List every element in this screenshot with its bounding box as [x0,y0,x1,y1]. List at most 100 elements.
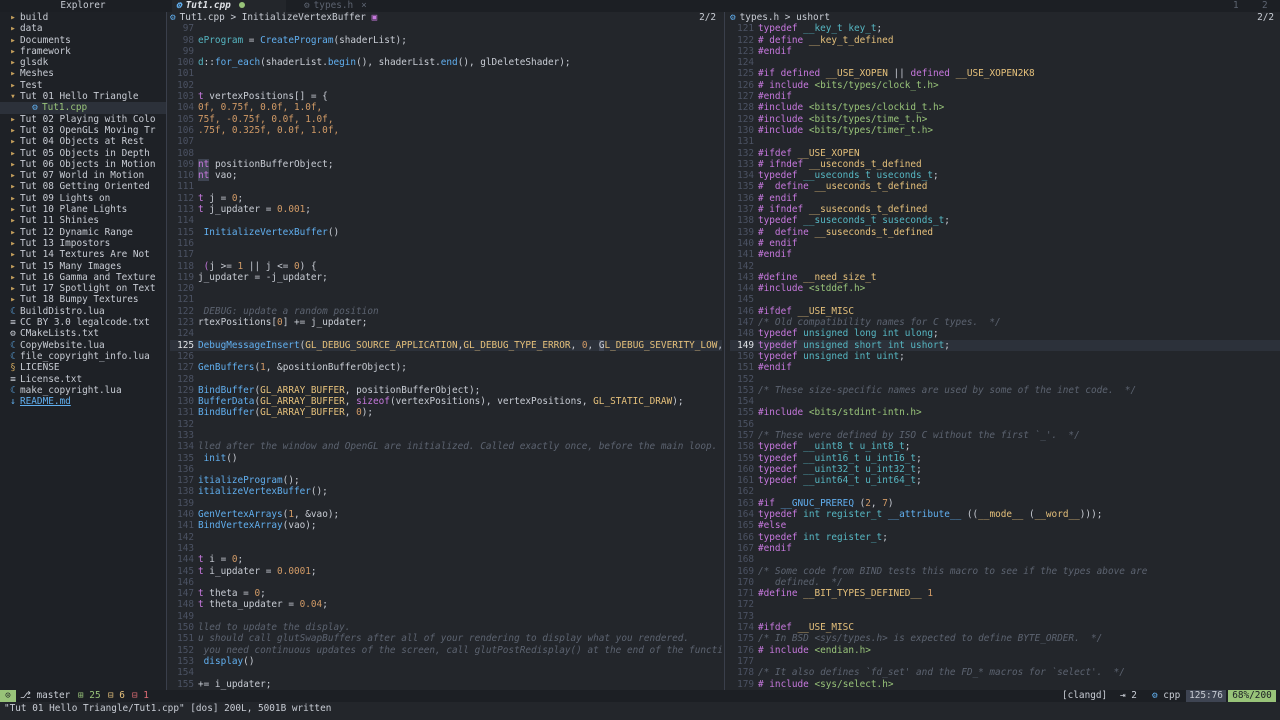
code-line[interactable]: 116 [170,238,722,249]
code-line[interactable]: 122 DEBUG: update a random position [170,306,722,317]
code-line[interactable]: 154 [170,667,722,678]
code-line[interactable]: 165 #else [730,520,1280,531]
editor-pane-left[interactable]: ⚙ Tut1.cpp > InitializeVertexBuffer ▣ 2/2… [170,12,722,690]
explorer-item[interactable]: ▸ Tut 15 Many Images [0,261,166,272]
code-line[interactable]: 153 display() [170,656,722,667]
code-line[interactable]: 173 [730,611,1280,622]
code-line[interactable]: 139 [170,498,722,509]
code-line[interactable]: 133 # ifndef __useconds_t_defined [730,159,1280,170]
code-line[interactable]: 154 [730,396,1280,407]
code-line[interactable]: 176 # include <endian.h> [730,645,1280,656]
code-line[interactable]: 146 #ifdef __USE_MISC [730,306,1280,317]
code-line[interactable]: 168 [730,554,1280,565]
indent-setting[interactable]: ⇥ 2 [1120,690,1137,702]
explorer-item[interactable]: ▸ Tut 08 Getting Oriented [0,181,166,192]
code-line[interactable]: 174 #ifdef __USE_MISC [730,622,1280,633]
explorer-item[interactable]: ▾ Tut 01 Hello Triangle [0,91,166,102]
code-line[interactable]: 179 # include <sys/select.h> [730,679,1280,690]
code-line[interactable]: 177 [730,656,1280,667]
explorer-item[interactable]: ▸ Documents [0,35,166,46]
close-icon[interactable]: × [361,0,367,11]
code-line[interactable]: 146 [170,577,722,588]
code-line[interactable]: 123 rtexPositions[0] += j_updater; [170,317,722,328]
code-line[interactable]: 142 [730,261,1280,272]
explorer-item[interactable]: ▸ build [0,12,166,23]
code-line[interactable]: 97 [170,23,722,34]
code-line[interactable]: 118 (j >= 1 || j <= 0) { [170,261,722,272]
pane-divider[interactable] [166,12,167,690]
code-line[interactable]: 172 [730,599,1280,610]
code-line[interactable]: 115 InitializeVertexBuffer() [170,227,722,238]
explorer-item[interactable]: ▸ Tut 03 OpenGLs Moving Tr [0,125,166,136]
code-line[interactable]: 138 typedef __suseconds_t suseconds_t; [730,215,1280,226]
code-line[interactable]: 160 typedef __uint32_t u_int32_t; [730,464,1280,475]
code-line[interactable]: 171 #define __BIT_TYPES_DEFINED__ 1 [730,588,1280,599]
code-line[interactable]: 125 DebugMessageInsert(GL_DEBUG_SOURCE_AP… [170,339,722,351]
explorer-item[interactable]: ⚙ Tut1.cpp [0,102,166,114]
code-area[interactable]: 121 typedef __key_t key_t; 122 # define __k… [730,23,1280,690]
explorer-item[interactable]: ▸ data [0,23,166,34]
explorer-item[interactable]: ↓ README.md [0,396,166,407]
code-line[interactable]: 138 itializeVertexBuffer(); [170,486,722,497]
code-line[interactable]: 159 typedef __uint16_t u_int16_t; [730,453,1280,464]
code-line[interactable]: 117 [170,249,722,260]
code-line[interactable]: 145 t i_updater = 0.0001; [170,566,722,577]
code-line[interactable]: 126 [170,351,722,362]
code-line[interactable]: 103 t vertexPositions[] = { [170,91,722,102]
code-line[interactable]: 114 [170,215,722,226]
code-line[interactable]: 142 [170,532,722,543]
code-line[interactable]: 140 # endif [730,238,1280,249]
code-line[interactable]: 134 lled after the window and OpenGL are … [170,441,722,452]
explorer-item[interactable]: ☾ make_copyright.lua [0,385,166,396]
code-line[interactable]: 175 /* In BSD <sys/types.h> is expected t… [730,633,1280,644]
code-line[interactable]: 108 [170,148,722,159]
code-line[interactable]: 178 /* It also defines `fd_set' and the F… [730,667,1280,678]
code-line[interactable]: 149 typedef unsigned short int ushort; [730,339,1280,351]
code-line[interactable]: 124 [170,328,722,339]
code-line[interactable]: 148 t theta_updater = 0.04; [170,599,722,610]
code-line[interactable]: 99 [170,46,722,57]
code-line[interactable]: 98 eProgram = CreateProgram(shaderList); [170,35,722,46]
command-line[interactable]: "Tut 01 Hello Triangle/Tut1.cpp" [dos] 2… [0,702,1280,720]
code-line[interactable]: 131 [730,136,1280,147]
code-line[interactable]: 139 # define __suseconds_t_defined [730,227,1280,238]
code-line[interactable]: 162 [730,486,1280,497]
explorer-item[interactable]: ▸ Tut 16 Gamma and Texture [0,272,166,283]
code-line[interactable]: 136 # endif [730,193,1280,204]
code-line[interactable]: 136 [170,464,722,475]
code-line[interactable]: 109 nt positionBufferObject; [170,158,722,170]
code-line[interactable]: 123 #endif [730,46,1280,57]
code-line[interactable]: 107 [170,136,722,147]
code-line[interactable]: 121 typedef __key_t key_t; [730,23,1280,34]
code-line[interactable]: 169 /* Some code from BIND tests this mac… [730,566,1280,577]
tab-types-h[interactable]: ⚙ types.h × [300,0,388,12]
explorer-item[interactable]: ☾ BuildDistro.lua [0,306,166,317]
code-line[interactable]: 127 GenBuffers(1, &positionBufferObject); [170,362,722,373]
diff-removed[interactable]: ⊟ 1 [132,690,149,702]
explorer-item[interactable]: ▸ Tut 17 Spotlight on Text [0,283,166,294]
code-line[interactable]: 161 typedef __uint64_t u_int64_t; [730,475,1280,486]
tab-tut1-cpp[interactable]: ⚙ Tut1.cpp [172,0,286,12]
explorer-item[interactable]: ☾ CopyWebsite.lua [0,340,166,351]
code-line[interactable]: 156 [730,419,1280,430]
explorer-item[interactable]: ▸ glsdk [0,57,166,68]
code-line[interactable]: 163 #if __GNUC_PREREQ (2, 7) [730,498,1280,509]
code-line[interactable]: 135 init() [170,453,722,464]
code-line[interactable]: 130 BufferData(GL_ARRAY_BUFFER, sizeof(ve… [170,396,722,407]
explorer-item[interactable]: ▸ Tut 04 Objects at Rest [0,136,166,147]
code-line[interactable]: 137 # ifndef __suseconds_t_defined [730,204,1280,215]
code-line[interactable]: 151 u should call glutSwapBuffers after a… [170,633,722,644]
pane-divider[interactable] [724,12,725,690]
code-line[interactable]: 124 [730,57,1280,68]
code-line[interactable]: 110 nt vao; [170,170,722,182]
explorer-item[interactable]: ▸ framework [0,46,166,57]
code-line[interactable]: 167 #endif [730,543,1280,554]
filetype[interactable]: ⚙ cpp [1152,690,1180,702]
code-line[interactable]: 129 #include <bits/types/time_t.h> [730,114,1280,125]
code-line[interactable]: 155 += i_updater; [170,679,722,690]
code-line[interactable]: 149 [170,611,722,622]
code-line[interactable]: 141 BindVertexArray(vao); [170,520,722,531]
code-line[interactable]: 131 BindBuffer(GL_ARRAY_BUFFER, 0); [170,407,722,418]
breadcrumb[interactable]: Tut1.cpp > InitializeVertexBuffer [180,12,366,23]
code-line[interactable]: 122 # define __key_t_defined [730,35,1280,46]
